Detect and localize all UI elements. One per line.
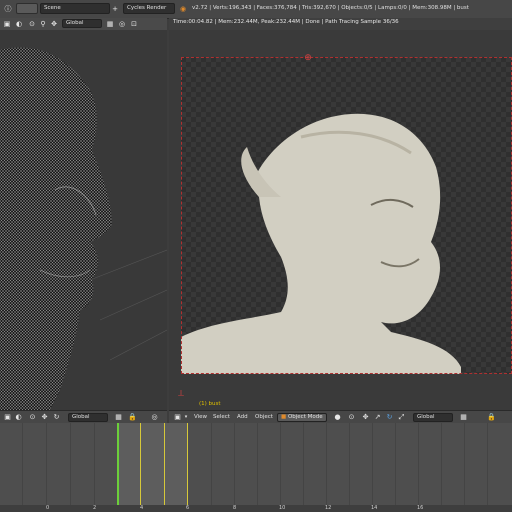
- camera-icon[interactable]: ⊡: [130, 19, 138, 29]
- pivot-icon[interactable]: ⊙: [347, 412, 356, 422]
- render-status-bar: Time:00:04.82 | Mem:232.44M, Peak:232.44…: [169, 18, 512, 30]
- keyframe-marker[interactable]: [140, 423, 141, 505]
- orientation-select[interactable]: Global: [62, 19, 102, 28]
- manipulator-toggle-icon[interactable]: ✥: [361, 412, 370, 422]
- pivot-point-icon[interactable]: ⊙: [28, 412, 37, 422]
- grid-line: [22, 423, 23, 505]
- editor-type-icon[interactable]: ▣: [173, 412, 182, 422]
- menu-view[interactable]: View: [194, 414, 207, 420]
- grid-line: [94, 423, 95, 505]
- blender-logo-icon: ◉: [179, 4, 187, 13]
- menu-add[interactable]: Add: [237, 414, 248, 420]
- keyframe-marker[interactable]: [164, 423, 165, 505]
- rotate-icon[interactable]: ↻: [52, 412, 61, 422]
- grid-line: [211, 423, 212, 505]
- editor-type-icon[interactable]: ⓘ: [2, 3, 14, 14]
- snap-icon[interactable]: ⚲: [38, 19, 48, 29]
- current-frame-indicator[interactable]: [117, 423, 119, 505]
- grid-line: [303, 423, 304, 505]
- frame-ruler: 0 2 4 6 8 10 12 14 16: [0, 505, 512, 512]
- grid-line: [326, 423, 327, 505]
- manipulator-icon[interactable]: ✥: [40, 412, 49, 422]
- render-engine-select[interactable]: Cycles Render: [123, 3, 175, 14]
- grid-line: [280, 423, 281, 505]
- translate-icon[interactable]: ↗: [373, 412, 382, 422]
- render-status: Time:00:04.82 | Mem:232.44M, Peak:232.44…: [173, 19, 399, 25]
- mode-select[interactable]: ■ Object Mode: [277, 413, 327, 422]
- layers-icon[interactable]: ▦: [459, 412, 468, 422]
- lock-icon[interactable]: 🔒: [128, 412, 137, 422]
- frame-tick: 6: [186, 505, 190, 511]
- transform-icon[interactable]: ✥: [49, 19, 59, 29]
- layers-icon[interactable]: ▦: [114, 412, 123, 422]
- draw-mode-icon[interactable]: ◐: [14, 412, 23, 422]
- right-3d-viewport[interactable]: Time:00:04.82 | Mem:232.44M, Peak:232.44…: [169, 18, 512, 410]
- keyframe-marker[interactable]: [187, 423, 188, 505]
- grid-line: [464, 423, 465, 505]
- frame-tick: 10: [279, 505, 286, 511]
- view-icon[interactable]: ▣: [2, 19, 12, 29]
- pivot-icon[interactable]: ⊙: [27, 19, 37, 29]
- wireframe-mesh: [0, 47, 167, 410]
- object-mode-icon: ■: [281, 414, 287, 420]
- right-view-header: ▣ ▾ View Select Add Object ■ Object Mode…: [169, 410, 512, 423]
- timeline[interactable]: [0, 423, 512, 505]
- render-icon[interactable]: ◎: [118, 19, 126, 29]
- editor-type-arrow-icon[interactable]: ▾: [183, 412, 189, 422]
- frame-tick: 8: [233, 505, 237, 511]
- grid-line: [46, 423, 47, 505]
- scene-field[interactable]: Scene: [40, 3, 110, 14]
- rotate-icon[interactable]: ↻: [385, 412, 394, 422]
- render-border: [181, 57, 512, 374]
- axis-gizmo-icon: ⟂: [177, 389, 184, 399]
- frame-tick: 2: [93, 505, 97, 511]
- left-3d-viewport[interactable]: ▣ ◐ ⊙ ⚲ ✥ Global ▦ ◎ ⊡: [0, 18, 167, 410]
- frame-range-highlight: [117, 423, 188, 505]
- grid-line: [70, 423, 71, 505]
- grid-line: [418, 423, 419, 505]
- info-header: ⓘ Scene + Cycles Render ◉ v2.72 | Verts:…: [0, 0, 512, 19]
- layer-icon[interactable]: ▦: [106, 19, 114, 29]
- left-view-header: ▣ ◐ ⊙ ✥ ↻ Global ▦ 🔒 ◎: [0, 410, 167, 423]
- frame-tick: 14: [371, 505, 378, 511]
- frame-tick: 16: [417, 505, 424, 511]
- view-menu-icon[interactable]: ▣: [3, 412, 12, 422]
- grid-line: [349, 423, 350, 505]
- lock-icon[interactable]: 🔒: [487, 412, 496, 422]
- menu-object[interactable]: Object: [255, 414, 273, 420]
- menu-select[interactable]: Select: [213, 414, 230, 420]
- frame-tick: 0: [46, 505, 50, 511]
- scale-icon[interactable]: ⤢: [397, 412, 406, 422]
- bottom-right-orientation[interactable]: Global: [413, 413, 453, 422]
- grid-line: [395, 423, 396, 505]
- grid-line: [257, 423, 258, 505]
- shading-solid-icon[interactable]: ●: [333, 412, 342, 422]
- layout-selector[interactable]: [16, 3, 38, 14]
- grid-line: [372, 423, 373, 505]
- scene-add-icon[interactable]: +: [111, 3, 119, 14]
- grid-line: [441, 423, 442, 505]
- frame-tick: 4: [140, 505, 144, 511]
- bottom-left-orientation[interactable]: Global: [68, 413, 108, 422]
- grid-line: [234, 423, 235, 505]
- shading-icon[interactable]: ◐: [14, 19, 24, 29]
- grid-line: [487, 423, 488, 505]
- render-preview-icon[interactable]: ◎: [150, 412, 159, 422]
- scene-stats: v2.72 | Verts:196,343 | Faces:376,784 | …: [192, 5, 469, 11]
- frame-tick: 12: [325, 505, 332, 511]
- active-object-label: (1) bust: [199, 401, 221, 407]
- 3d-cursor-icon: ⊕: [304, 53, 312, 63]
- left-viewport-header: ▣ ◐ ⊙ ⚲ ✥ Global ▦ ◎ ⊡: [0, 18, 167, 30]
- mode-label: Object Mode: [287, 414, 323, 420]
